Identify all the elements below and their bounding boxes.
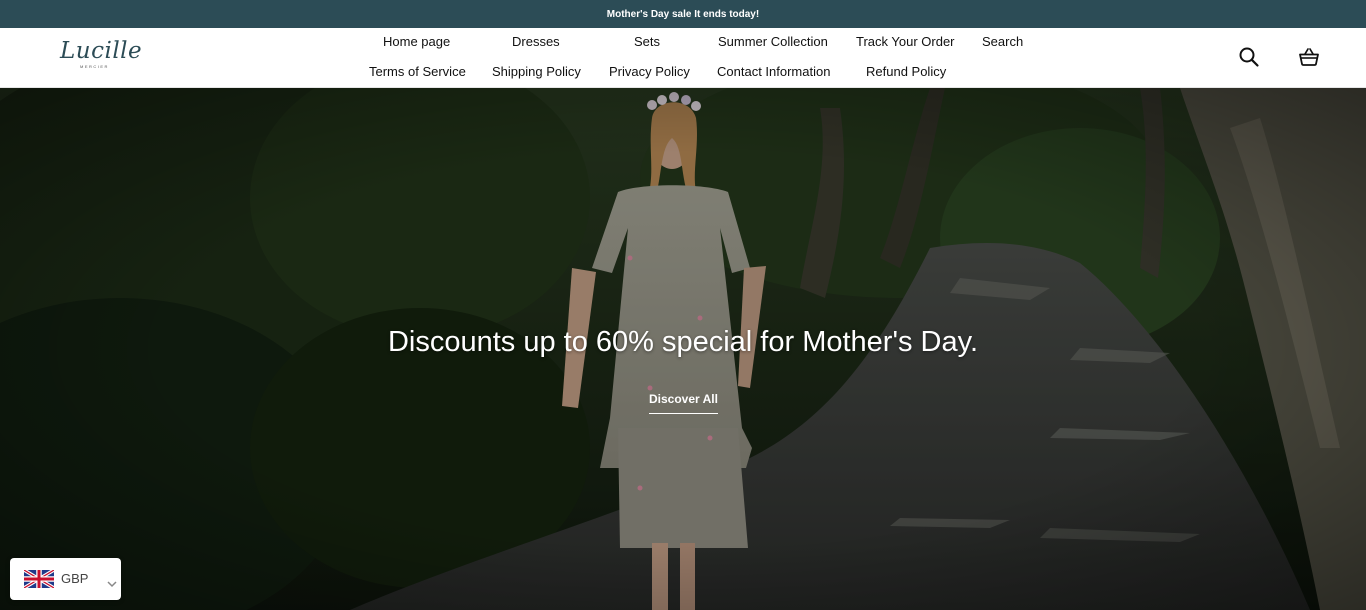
nav-privacy-policy[interactable]: Privacy Policy <box>609 64 690 80</box>
nav-contact-information[interactable]: Contact Information <box>717 64 830 80</box>
nav-search[interactable]: Search <box>982 34 1023 50</box>
logo-text: Lucille <box>60 38 143 64</box>
hero-title: Discounts up to 60% special for Mother's… <box>387 326 979 358</box>
nav-home-page[interactable]: Home page <box>383 34 450 50</box>
nav-shipping-policy[interactable]: Shipping Policy <box>492 64 581 80</box>
currency-code: GBP <box>61 571 89 586</box>
nav-track-your-order[interactable]: Track Your Order <box>856 34 955 50</box>
currency-selector[interactable]: GBP <box>10 558 121 600</box>
logo-subtext: MERCIER <box>80 64 109 69</box>
nav-summer-collection[interactable]: Summer Collection <box>718 34 828 50</box>
chevron-down-icon <box>107 575 117 588</box>
nav-terms-of-service[interactable]: Terms of Service <box>369 64 466 80</box>
nav-dresses[interactable]: Dresses <box>512 34 560 50</box>
shopping-basket-icon[interactable] <box>1298 46 1320 68</box>
nav-refund-policy[interactable]: Refund Policy <box>866 64 946 80</box>
uk-flag-icon <box>23 568 55 590</box>
hero-banner: Discounts up to 60% special for Mother's… <box>0 88 1366 610</box>
announcement-text: Mother's Day sale It ends today! <box>606 8 760 20</box>
announcement-bar: Mother's Day sale It ends today! <box>0 0 1366 28</box>
site-header: Lucille MERCIER Home page Dresses Sets S… <box>0 28 1366 88</box>
nav-sets[interactable]: Sets <box>634 34 660 50</box>
discover-all-button[interactable]: Discover All <box>649 392 718 414</box>
search-icon[interactable] <box>1238 46 1260 68</box>
brand-logo[interactable]: Lucille MERCIER <box>60 36 150 76</box>
